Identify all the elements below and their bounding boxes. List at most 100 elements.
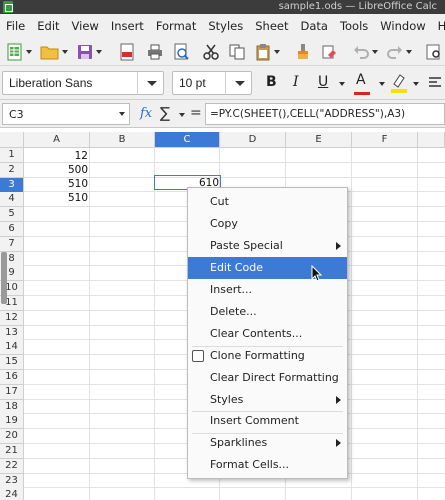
highlight-button[interactable]	[390, 72, 408, 97]
paste-button[interactable]	[252, 41, 282, 63]
column-header-d[interactable]: D	[220, 132, 286, 148]
menu-styles[interactable]: Styles	[202, 19, 249, 33]
formula-equals-button[interactable]: =	[190, 105, 202, 121]
menu-data[interactable]: Data	[294, 19, 333, 33]
menu-window[interactable]: Window	[374, 19, 431, 33]
name-box[interactable]: C3	[2, 103, 130, 125]
highlight-dropdown-icon[interactable]	[413, 82, 419, 86]
menu-edit[interactable]: Edit	[31, 19, 65, 33]
row-header-6[interactable]: 6	[0, 222, 24, 237]
menu-format[interactable]: Format	[150, 19, 203, 33]
row-header-21[interactable]: 21	[0, 444, 24, 459]
font-name-combobox[interactable]: Liberation Sans	[2, 71, 164, 95]
undo-button[interactable]	[350, 41, 380, 63]
column-header-c[interactable]: C	[155, 132, 220, 148]
context-delete[interactable]: Delete...	[188, 301, 347, 323]
function-wizard-button[interactable]: fx	[140, 106, 152, 121]
font-color-dropdown-icon[interactable]	[379, 82, 385, 86]
row-header-23[interactable]: 23	[0, 473, 24, 489]
menu-insert[interactable]: Insert	[105, 19, 150, 33]
export-pdf-button[interactable]	[116, 41, 138, 63]
sidebar-collapse-handle[interactable]	[1, 252, 7, 304]
align-left-button[interactable]	[428, 76, 442, 93]
menu-file[interactable]: File	[0, 19, 31, 33]
context-edit-code[interactable]: Edit Code	[188, 257, 347, 279]
row-header-20[interactable]: 20	[0, 429, 24, 445]
chevron-down-icon	[26, 50, 32, 54]
select-all-corner[interactable]	[0, 132, 24, 148]
context-insert[interactable]: Insert...	[188, 279, 347, 301]
column-header-b[interactable]: B	[90, 132, 155, 148]
font-name-dropdown[interactable]	[137, 72, 163, 94]
cell-a3[interactable]: 510	[24, 177, 88, 191]
sum-button[interactable]: ∑	[160, 104, 170, 122]
redo-button[interactable]	[384, 41, 414, 63]
context-format-cells[interactable]: Format Cells...	[188, 454, 347, 476]
row-header-12[interactable]: 12	[0, 310, 24, 326]
row-header-19[interactable]: 19	[0, 414, 24, 430]
column-header-f[interactable]: F	[352, 132, 418, 148]
context-styles[interactable]: Styles	[188, 389, 347, 411]
clone-formatting-checkbox-icon	[192, 350, 204, 362]
context-clone-formatting[interactable]: Clone Formatting	[188, 345, 347, 367]
save-button[interactable]	[74, 41, 104, 63]
row-header-14[interactable]: 14	[0, 340, 24, 356]
copy-button[interactable]	[226, 41, 248, 63]
underline-button[interactable]: U	[318, 74, 328, 90]
row-header-17[interactable]: 17	[0, 384, 24, 400]
font-color-button[interactable]: A	[354, 72, 370, 95]
new-document-button[interactable]	[4, 41, 34, 63]
row-header-4[interactable]: 4	[0, 192, 24, 208]
row-header-16[interactable]: 16	[0, 370, 24, 385]
menu-tools[interactable]: Tools	[334, 19, 374, 33]
context-paste-special[interactable]: Paste Special	[188, 235, 347, 257]
column-header-a[interactable]: A	[24, 132, 90, 148]
menu-view[interactable]: View	[66, 19, 105, 33]
column-header-g[interactable]	[418, 132, 445, 148]
context-edit-code-label: Edit Code	[210, 261, 263, 274]
menu-sheet[interactable]: Sheet	[249, 19, 294, 33]
row-header-15[interactable]: 15	[0, 355, 24, 371]
context-sparklines[interactable]: Sparklines	[188, 432, 347, 454]
clone-formatting-button[interactable]	[292, 41, 314, 63]
row-header-1[interactable]: 1	[0, 148, 24, 163]
clipboard-icon	[256, 44, 270, 61]
row-header-7[interactable]: 7	[0, 236, 24, 252]
sum-dropdown-icon[interactable]	[179, 113, 185, 117]
row-header-22[interactable]: 22	[0, 458, 24, 474]
context-clear-direct-formatting[interactable]: Clear Direct Formatting	[188, 367, 347, 389]
font-size-combobox[interactable]: 10 pt	[172, 71, 252, 95]
font-size-dropdown[interactable]	[225, 72, 251, 94]
row-header-24[interactable]: 24	[0, 488, 24, 500]
printer-icon	[148, 44, 162, 60]
context-insert-comment[interactable]: Insert Comment	[188, 410, 347, 432]
open-button[interactable]	[38, 41, 70, 63]
row-header-18[interactable]: 18	[0, 399, 24, 415]
find-replace-button[interactable]	[424, 41, 444, 63]
clear-formatting-button[interactable]	[318, 41, 340, 63]
copy-icon	[229, 44, 245, 60]
row-header-13[interactable]: 13	[0, 325, 24, 341]
window-title: sample1.ods — LibreOffice Calc	[278, 1, 437, 12]
cell-a4[interactable]: 510	[24, 191, 88, 205]
cell-a1[interactable]: 12	[24, 149, 88, 163]
chevron-down-icon[interactable]	[119, 112, 125, 116]
formula-input[interactable]: =PY.C(SHEET(),CELL("ADDRESS"),A3)	[205, 103, 445, 125]
print-preview-button[interactable]	[170, 41, 192, 63]
context-clear-contents[interactable]: Clear Contents...	[188, 323, 347, 345]
row-header-2[interactable]: 2	[0, 162, 24, 178]
italic-button[interactable]: I	[293, 74, 299, 90]
bold-button[interactable]: B	[266, 74, 277, 90]
menu-help[interactable]: Help	[432, 19, 445, 33]
row-header-5[interactable]: 5	[0, 207, 24, 223]
chevron-down-icon	[96, 50, 102, 54]
underline-dropdown-icon[interactable]	[339, 82, 345, 86]
context-copy[interactable]: Copy	[188, 213, 347, 235]
print-button[interactable]	[144, 41, 166, 63]
context-cut[interactable]: Cut	[188, 191, 347, 213]
cut-button[interactable]	[200, 41, 222, 63]
column-header-e[interactable]: E	[286, 132, 352, 148]
row-header-3[interactable]: 3	[0, 177, 24, 193]
cell-a2[interactable]: 500	[24, 163, 88, 177]
submenu-arrow-icon	[336, 242, 341, 250]
